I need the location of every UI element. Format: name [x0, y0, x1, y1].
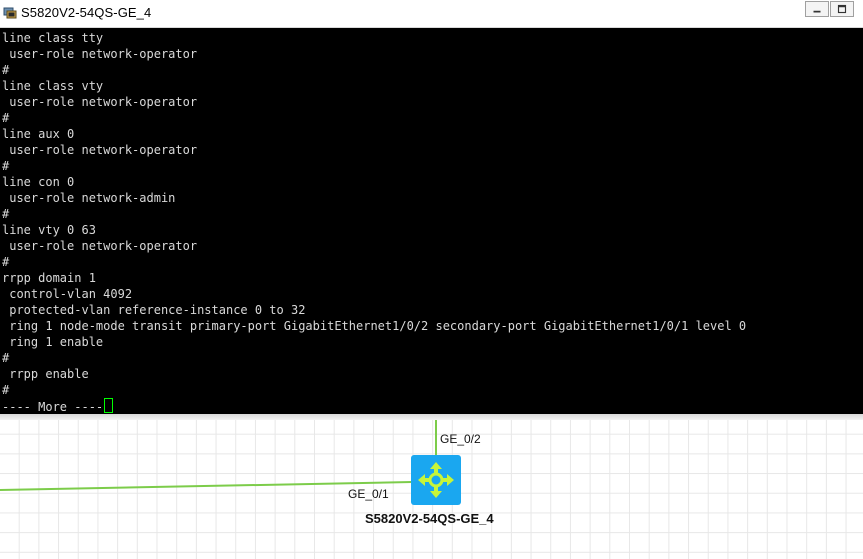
window-controls [797, 0, 863, 20]
terminal-line: line vty 0 63 [2, 223, 96, 237]
terminal-line: user-role network-operator [2, 47, 198, 61]
terminal-output: line class tty user-role network-operato… [2, 30, 746, 414]
switch-device[interactable] [411, 455, 461, 505]
terminal-line: protected-vlan reference-instance 0 to 3… [2, 303, 306, 317]
terminal-line: user-role network-operator [2, 95, 198, 109]
terminal-line: # [2, 63, 10, 77]
switch-icon [418, 462, 454, 498]
terminal-line: ring 1 enable [2, 335, 104, 349]
terminal-cursor [104, 398, 114, 413]
more-prompt: ---- More ---- [2, 400, 104, 414]
window-titlebar: S5820V2-54QS-GE_4 [0, 0, 863, 28]
terminal-line: # [2, 383, 10, 397]
terminal-line: # [2, 159, 10, 173]
more-prompt-line: ---- More ---- [2, 398, 746, 414]
terminal-line: # [2, 111, 10, 125]
terminal-console[interactable]: line class tty user-role network-operato… [0, 28, 863, 414]
maximize-icon [837, 4, 847, 14]
port-label-left: GE_0/1 [348, 487, 389, 501]
terminal-line: ring 1 node-mode transit primary-port Gi… [2, 319, 747, 333]
terminal-line: line aux 0 [2, 127, 75, 141]
window-title: S5820V2-54QS-GE_4 [21, 5, 152, 20]
terminal-line: line class vty [2, 79, 104, 93]
terminal-line: rrpp domain 1 [2, 271, 96, 285]
terminal-line: control-vlan 4092 [2, 287, 133, 301]
terminal-line: # [2, 351, 10, 365]
terminal-line: line class tty [2, 31, 104, 45]
device-name-label: S5820V2-54QS-GE_4 [365, 511, 494, 526]
minimize-icon [813, 10, 821, 13]
maximize-button[interactable] [830, 1, 854, 17]
terminal-app-icon [3, 7, 17, 19]
terminal-line: rrpp enable [2, 367, 89, 381]
terminal-line: user-role network-operator [2, 143, 198, 157]
terminal-line: line con 0 [2, 175, 75, 189]
port-label-top: GE_0/2 [440, 432, 481, 446]
terminal-line: # [2, 255, 10, 269]
terminal-line: user-role network-operator [2, 239, 198, 253]
terminal-line: user-role network-admin [2, 191, 176, 205]
terminal-line: # [2, 207, 10, 221]
minimize-button[interactable] [805, 1, 829, 17]
